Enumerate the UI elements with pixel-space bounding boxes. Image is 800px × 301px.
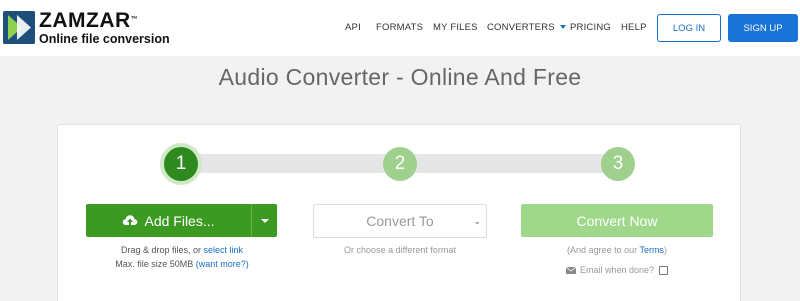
nav-formats[interactable]: FORMATS (376, 22, 423, 33)
caret-down-icon (559, 25, 566, 29)
add-files-button-group: Add Files... (86, 204, 278, 237)
converter-card: 1 2 3 Add Files... Drag & drop files, or… (57, 124, 741, 301)
max-file-size: Max. file size 50MB (want more?) (115, 259, 249, 269)
convert-to-placeholder: Convert To (366, 213, 434, 229)
nav-converters-label: CONVERTERS (487, 22, 555, 33)
caret-down-icon (260, 218, 269, 223)
want-more-link[interactable]: (want more?) (196, 259, 249, 269)
email-when-done: Email when done? (566, 265, 669, 275)
email-label: Email when done? (580, 265, 655, 275)
different-format-hint: Or choose a different format (344, 245, 456, 255)
logo-name: ZAMZAR™ (39, 9, 139, 32)
top-header: ZAMZAR™ Online file conversion API FORMA… (0, 0, 800, 56)
nav-my-files[interactable]: MY FILES (433, 22, 478, 33)
chevron-down-icon: ⌄ (473, 216, 481, 226)
zamzar-logo[interactable]: ZAMZAR™ Online file conversion (3, 9, 170, 46)
cloud-upload-icon (123, 214, 138, 226)
add-files-button[interactable]: Add Files... (86, 204, 251, 237)
convert-now-button[interactable]: Convert Now (521, 204, 713, 237)
signup-button[interactable]: SIGN UP (728, 14, 798, 42)
select-link[interactable]: select link (204, 245, 244, 255)
nav-converters[interactable]: CONVERTERS (487, 22, 566, 33)
terms-hint: (And agree to our Terms) (567, 245, 667, 255)
step-1-badge: 1 (164, 147, 198, 181)
login-button[interactable]: LOG IN (657, 14, 721, 42)
page-title: Audio Converter - Online And Free (218, 64, 582, 90)
nav-pricing[interactable]: PRICING (570, 22, 611, 33)
add-files-dropdown[interactable] (251, 204, 277, 237)
email-checkbox[interactable] (659, 265, 669, 275)
logo-tagline: Online file conversion (39, 32, 170, 46)
step-2-badge: 2 (383, 147, 417, 181)
terms-link[interactable]: Terms (639, 245, 664, 255)
convert-to-select[interactable]: Convert To ⌄ (313, 204, 487, 238)
nav-api[interactable]: API (345, 22, 361, 33)
drag-drop-hint: Drag & drop files, or select link (120, 245, 244, 255)
envelope-icon (566, 266, 576, 274)
add-files-label: Add Files... (144, 212, 215, 229)
step-3-badge: 3 (601, 147, 635, 181)
logo-arrow-icon (3, 11, 35, 44)
nav-help[interactable]: HELP (621, 22, 647, 33)
